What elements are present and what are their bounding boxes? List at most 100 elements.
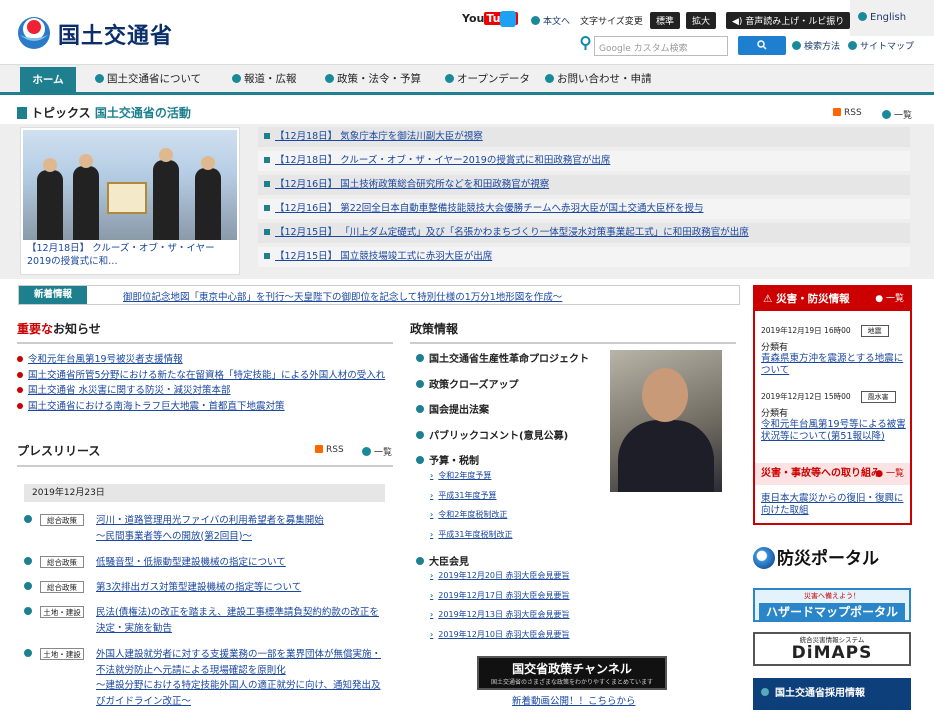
accident-link[interactable]: 東日本大震災からの復旧・復興に向けた取組 <box>761 493 909 517</box>
notice-item[interactable]: 国土交通省 水災害に関する防災・減災対策本部 <box>17 383 385 399</box>
policy-link-budget[interactable]: 予算・税制 <box>416 452 479 467</box>
category-tag: 総合政策 <box>40 556 84 568</box>
topic-feature-card[interactable]: 【12月18日】 クルーズ・オブ・ザ・イヤー2019の授賞式に和… <box>20 127 240 275</box>
minister-link[interactable]: 2019年12月10日 赤羽大臣会見要旨 <box>430 625 569 645</box>
press-link[interactable]: 低騒音型・低振動型建設機械の指定について <box>96 555 386 571</box>
recruit-banner[interactable]: 国土交通省採用情報 <box>753 678 911 710</box>
search-button[interactable] <box>738 36 786 55</box>
nav-home[interactable]: ホーム <box>20 67 76 94</box>
topic-photo <box>23 130 237 240</box>
search-method-link[interactable]: 検索方法 <box>792 39 840 52</box>
nav-press[interactable]: 報道・広報 <box>232 65 297 93</box>
minister-photo[interactable] <box>610 350 722 492</box>
notice-item[interactable]: 国土交通省所管5分野における新たな在留資格「特定技能」による外国人材の受入れ <box>17 368 385 384</box>
disaster-link[interactable]: 青森県東方沖を震源とする地震について <box>761 353 909 377</box>
minister-link[interactable]: 2019年12月20日 赤羽大臣会見要旨 <box>430 566 569 586</box>
press-link[interactable]: 民法(債権法)の改正を踏まえ、建設工事標準請負契約約款の改正を決定・実施を勧告 <box>96 605 386 636</box>
news-label: 新着情報 <box>19 286 87 304</box>
notice-item[interactable]: 令和元年台風第19号被災者支援情報 <box>17 352 385 368</box>
speaker-icon: ◀) <box>732 17 746 27</box>
news-ticker-link[interactable]: 御即位記念地図「東京中心部」を刊行～天皇陛下の御即位を記念して特別仕様の1万分1… <box>123 289 562 303</box>
topics-list-link[interactable]: 一覧 <box>882 108 912 121</box>
dimaps-banner[interactable]: 統合災害情報システム DiMAPS <box>753 632 911 666</box>
accident-item: 東日本大震災からの復旧・復興に向けた取組 <box>761 493 909 517</box>
nav-contact[interactable]: お問い合わせ・申請 <box>545 65 652 93</box>
press-rss-link[interactable]: RSS <box>315 445 344 455</box>
topics-rss-link[interactable]: RSS <box>833 108 862 118</box>
mlit-logo-icon[interactable] <box>17 13 51 51</box>
font-large-button[interactable]: 拡大 <box>686 12 717 29</box>
budget-link[interactable]: 平成31年度予算 <box>430 486 512 506</box>
press-link[interactable]: 河川・道路管理用光ファイバの利用希望者を募集開始 ～民間事業者等への開放(第2回… <box>96 513 386 544</box>
category-tag: 土地・建設 <box>40 606 84 618</box>
disaster-info-box: ⚠ 災害・防災情報 ● 一覧 2019年12月19日 16時00 地震 分類有 青森… <box>753 285 912 525</box>
minister-link[interactable]: 2019年12月13日 赤羽大臣会見要旨 <box>430 605 569 625</box>
new-video-link[interactable]: 新着動画公開！！こちらから <box>512 693 636 707</box>
font-size-label: 文字サイズ変更 <box>580 17 643 27</box>
hazard-map-banner[interactable]: 災害へ備えよう！ ハザードマップポータル <box>753 588 911 622</box>
budget-link[interactable]: 令和2年度予算 <box>430 466 512 486</box>
arrow-icon <box>531 16 540 25</box>
twitter-icon[interactable] <box>500 11 516 27</box>
topic-item[interactable]: 【12月16日】 第22回全日本自動車整備技能競技大会優勝チームへ赤羽大臣が国土… <box>258 199 910 219</box>
read-aloud-button[interactable]: ◀) 音声読み上げ・ルビ振り <box>726 12 851 29</box>
notice-list: 令和元年台風第19号被災者支援情報 国土交通省所管5分野における新たな在留資格「… <box>17 352 385 414</box>
press-list-link[interactable]: 一覧 <box>362 445 392 458</box>
font-standard-button[interactable]: 標準 <box>650 12 681 29</box>
youtube-icon[interactable]: YouTube <box>462 12 518 26</box>
topic-photo-caption[interactable]: 【12月18日】 クルーズ・オブ・ザ・イヤー2019の授賞式に和… <box>27 242 235 268</box>
press-link[interactable]: 第3次排出ガス対策型建設機械の指定等について <box>96 580 386 596</box>
arrow-icon <box>24 515 32 523</box>
press-link[interactable]: 外国人建設就労者に対する支援業務の一部を業界団体が無償実施・不法就労防止へ元請に… <box>96 647 386 709</box>
skip-to-main-link[interactable]: 本文へ <box>531 14 570 27</box>
budget-sublist: 令和2年度予算 平成31年度予算 令和2年度税制改正 平成31年度税制改正 <box>430 466 512 544</box>
disaster-list-link[interactable]: ● 一覧 <box>875 287 904 311</box>
disaster-item: 2019年12月12日 15時00 風水害 分類有 令和元年台風第19号等による被… <box>761 391 909 443</box>
topic-item[interactable]: 【12月16日】 国土技術政策総合研究所などを和田政務官が視察 <box>258 175 910 195</box>
english-link[interactable]: English <box>850 0 934 36</box>
disaster-header: ⚠ 災害・防災情報 ● 一覧 <box>755 287 910 311</box>
news-ticker: 新着情報 御即位記念地図「東京中心部」を刊行～天皇陛下の御即位を記念して特別仕様… <box>18 285 740 305</box>
site-name[interactable]: 国土交通省 <box>58 18 173 50</box>
disaster-item: 2019年12月19日 16時00 地震 分類有 青森県東方沖を震源とする地震につ… <box>761 325 909 377</box>
category-tag: 土地・建設 <box>40 648 84 660</box>
budget-link[interactable]: 令和2年度税制改正 <box>430 505 512 525</box>
arrow-icon <box>848 41 857 50</box>
topic-item[interactable]: 【12月18日】 気象庁本庁を御法川副大臣が視察 <box>258 127 910 147</box>
disaster-link[interactable]: 令和元年台風第19号等による被害状況等について(第51報以降) <box>761 419 909 443</box>
budget-link[interactable]: 平成31年度税制改正 <box>430 525 512 545</box>
arrow-icon <box>24 582 32 590</box>
category-tag: 風水害 <box>860 391 896 403</box>
rss-icon <box>315 445 323 453</box>
minister-sublist: 2019年12月20日 赤羽大臣会見要旨 2019年12月17日 赤羽大臣会見要… <box>430 566 569 645</box>
minister-link[interactable]: 2019年12月17日 赤羽大臣会見要旨 <box>430 586 569 606</box>
search-input[interactable]: Google カスタム検索 <box>594 36 728 56</box>
accident-header: 災害・事故等への取り組み ● 一覧 <box>755 463 910 485</box>
accident-list-link[interactable]: ● 一覧 <box>875 463 904 485</box>
nav-policy[interactable]: 政策・法令・予算 <box>325 65 421 93</box>
category-tag: 総合政策 <box>40 581 84 593</box>
policy-link-bills[interactable]: 国会提出法案 <box>416 401 489 416</box>
policy-link-productivity[interactable]: 国土交通省生産性革命プロジェクト <box>416 350 589 365</box>
notice-item[interactable]: 国土交通省における南海トラフ巨大地震・首都直下地震対策 <box>17 399 385 415</box>
topics-title: トピックス 国土交通省の活動 <box>17 104 191 121</box>
arrow-icon <box>24 649 32 657</box>
topic-item[interactable]: 【12月15日】 「川上ダム定礎式」及び「名張かわまちづくり一体型浸水対策事業起… <box>258 223 910 243</box>
topic-item[interactable]: 【12月15日】 国立競技場竣工式に赤羽大臣が出席 <box>258 247 910 267</box>
policy-link-closeup[interactable]: 政策クローズアップ <box>416 376 519 391</box>
nav-about[interactable]: 国土交通省について <box>95 65 201 93</box>
arrow-icon <box>24 607 32 615</box>
sitemap-link[interactable]: サイトマップ <box>848 39 914 52</box>
nav-opendata[interactable]: オープンデータ <box>445 65 530 93</box>
global-nav: ホーム 国土交通省について 報道・広報 政策・法令・予算 オープンデータ お問い… <box>0 64 934 95</box>
search-icon <box>757 40 767 50</box>
bosai-logo-icon <box>753 547 775 569</box>
topic-item[interactable]: 【12月18日】 クルーズ・オブ・ザ・イヤー2019の授賞式に和田政務官が出席 <box>258 151 910 171</box>
press-date: 2019年12月23日 <box>24 484 385 502</box>
alert-icon <box>17 107 27 119</box>
bosai-portal-banner[interactable]: 防災ポータル <box>753 543 911 575</box>
category-tag: 地震 <box>860 325 889 337</box>
policy-channel-banner[interactable]: 国交省政策チャンネル 国土交通省のさまざまな政策をわかりやすくまとめています <box>477 656 667 690</box>
policy-link-public-comment[interactable]: パブリックコメント(意見公募) <box>416 427 568 442</box>
warning-icon: ⚠ <box>763 293 777 305</box>
